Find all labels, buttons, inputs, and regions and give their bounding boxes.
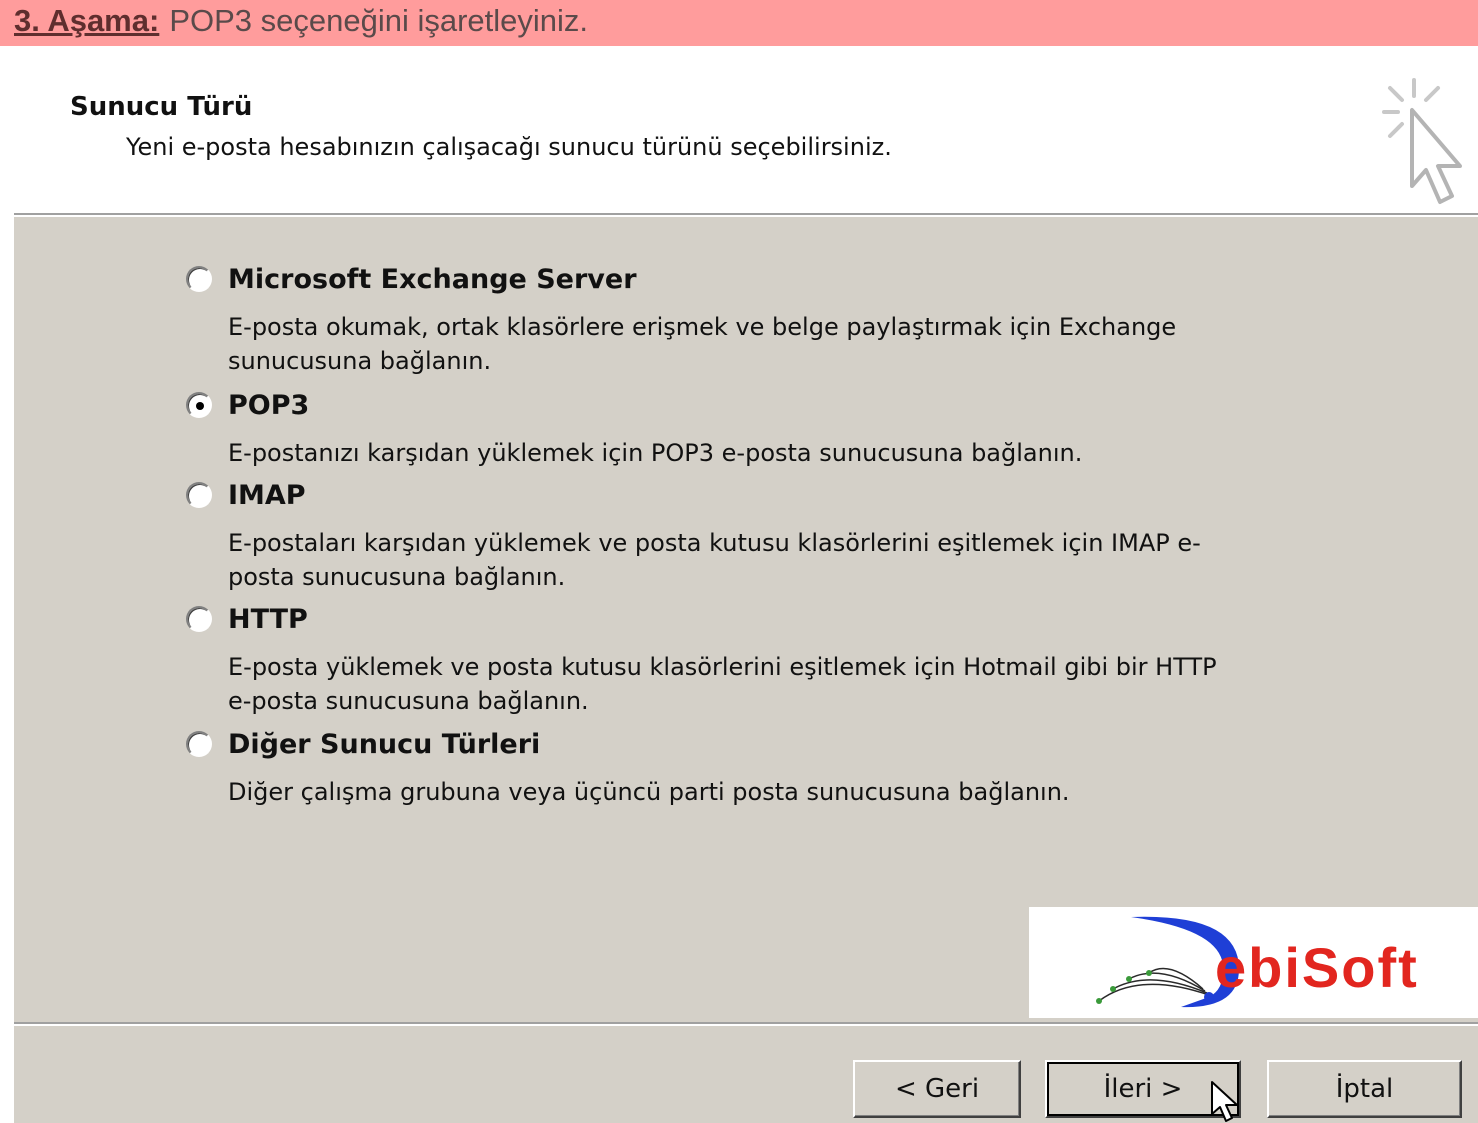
- radio-imap[interactable]: [186, 482, 212, 508]
- option-pop3-description: E-postanızı karşıdan yüklemek için POP3 …: [228, 439, 1083, 467]
- option-imap-label[interactable]: IMAP: [228, 480, 306, 511]
- page-subtitle: Yeni e-posta hesabınızın çalışacağı sunu…: [126, 133, 892, 161]
- radio-http[interactable]: [186, 606, 212, 632]
- option-exchange-description: E-posta okumak, ortak klasörlere erişmek…: [228, 313, 1177, 375]
- option-other-label[interactable]: Diğer Sunucu Türleri: [228, 729, 540, 760]
- instruction-banner: 3. Aşama: POP3 seçeneğini işaretleyiniz.: [0, 0, 1478, 46]
- radio-other[interactable]: [186, 731, 212, 757]
- wizard-header: Sunucu Türü Yeni e-posta hesabınızın çal…: [14, 46, 1478, 216]
- radio-exchange[interactable]: [186, 266, 212, 292]
- footer-divider-highlight: [14, 1024, 1478, 1026]
- radio-selected-dot: [196, 402, 204, 410]
- option-imap-description: E-postaları karşıdan yüklemek ve posta k…: [228, 529, 1201, 591]
- banner-step-label: 3. Aşama:: [14, 3, 160, 38]
- option-http-description: E-posta yüklemek ve posta kutusu klasörl…: [228, 653, 1217, 715]
- wizard-cursor-icon: [1382, 78, 1462, 204]
- radio-pop3[interactable]: [186, 392, 212, 418]
- back-button[interactable]: < Geri: [853, 1060, 1021, 1118]
- banner-text: 3. Aşama: POP3 seçeneğini işaretleyiniz.: [14, 3, 588, 39]
- page-title: Sunucu Türü: [70, 92, 253, 122]
- option-exchange-label[interactable]: Microsoft Exchange Server: [228, 264, 637, 295]
- mouse-pointer-icon: [1211, 1081, 1238, 1122]
- option-pop3-label[interactable]: POP3: [228, 390, 309, 421]
- option-http-label[interactable]: HTTP: [228, 604, 308, 635]
- debisoft-logo: ebiSoft: [1029, 907, 1478, 1018]
- cancel-button[interactable]: İptal: [1267, 1060, 1462, 1118]
- option-other-description: Diğer çalışma grubuna veya üçüncü parti …: [228, 778, 1070, 806]
- banner-instruction: POP3 seçeneğini işaretleyiniz.: [169, 3, 589, 38]
- logo-text: ebiSoft: [1215, 936, 1419, 999]
